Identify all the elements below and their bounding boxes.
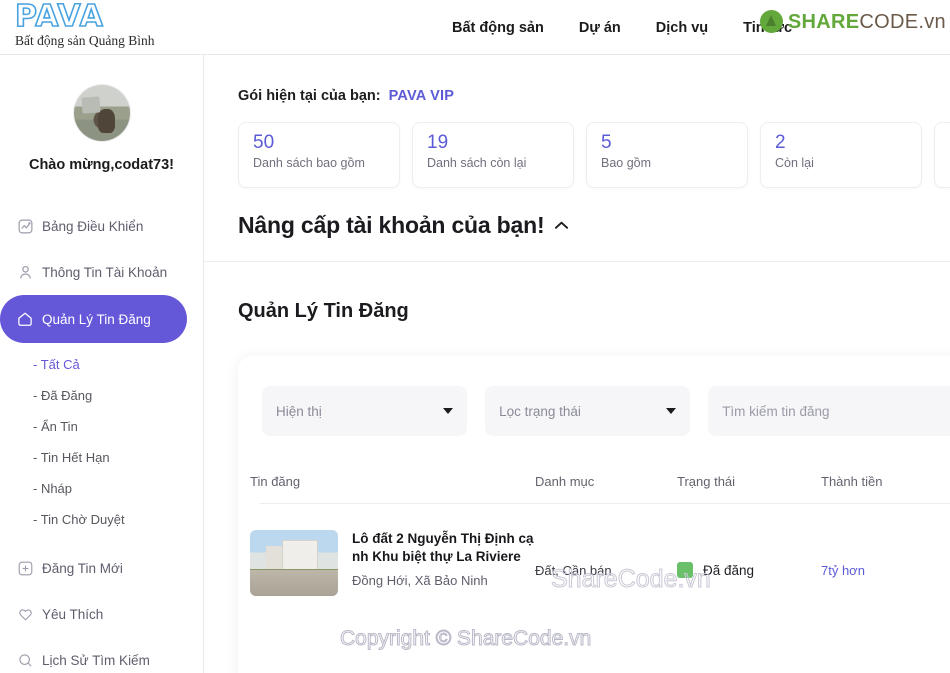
main-nav: Bất động sản Dự án Dịch vụ Tin tức xyxy=(452,0,792,55)
sidebar-item-label: Đăng Tin Mới xyxy=(42,560,123,576)
heart-icon xyxy=(8,606,42,623)
status-filter-select[interactable]: Lọc trạng thái xyxy=(485,386,691,436)
sidebar-item-label: Quản Lý Tin Đăng xyxy=(42,311,151,327)
search-input[interactable] xyxy=(722,403,950,419)
column-header-price: Thành tiền xyxy=(821,474,883,489)
avatar[interactable] xyxy=(73,85,130,141)
listing-title[interactable]: Lô đất 2 Nguyễn Thị Định cạnh Khu biệt t… xyxy=(352,530,534,566)
sidebar-item-lich-su-tim-kiem[interactable]: Lịch Sử Tìm Kiếm xyxy=(0,637,203,673)
sidebar: Chào mừng,codat73! Bảng Điều Khiển Thông… xyxy=(0,55,204,673)
listing-cell: Lô đất 2 Nguyễn Thị Định cạnh Khu biệt t… xyxy=(250,530,535,596)
sharecode-wordmark: SHARECODE.vn xyxy=(788,12,946,32)
stat-label: Danh sách bao gồm xyxy=(253,155,365,170)
listing-location: Đồng Hới, Xã Bảo Ninh xyxy=(352,573,488,589)
listing-text: Lô đất 2 Nguyễn Thị Định cạnh Khu biệt t… xyxy=(352,530,534,596)
sidebar-item-yeu-thich[interactable]: Yêu Thích xyxy=(0,591,203,637)
column-header-post: Tin đăng xyxy=(250,474,301,489)
sidebar-submenu: - Tất Cả - Đã Đăng - Ẩn Tin - Tin Hết Hạ… xyxy=(0,349,203,535)
sidebar-lower-menu: Đăng Tin Mới Yêu Thích Lịch Sử Tìm Kiếm xyxy=(0,545,203,673)
brand-logo: PAVA xyxy=(14,0,104,34)
upgrade-title: Nâng cấp tài khoản của bạn! xyxy=(238,212,545,238)
search-icon xyxy=(8,652,42,669)
status-text: Đã đăng xyxy=(703,562,755,578)
page-title: Quản Lý Tin Đăng xyxy=(238,300,409,322)
stat-card: 2 Còn lại xyxy=(760,122,922,188)
stat-label: Bao gồm xyxy=(601,155,652,170)
current-plan-name[interactable]: PAVA VIP xyxy=(389,88,455,104)
plus-square-icon xyxy=(8,560,42,577)
status-badge xyxy=(677,562,693,578)
sharecode-share-text: SHARE xyxy=(787,10,860,33)
stat-card: 10 Hình ảnh / sách xyxy=(934,122,950,188)
thumbnail-house-left xyxy=(266,546,282,570)
listing-category: Đất, Cần bán xyxy=(535,562,612,578)
sidebar-subitem-tin-cho-duyet[interactable]: - Tin Chờ Duyệt xyxy=(0,504,203,535)
sidebar-item-bang-dieu-khien[interactable]: Bảng Điều Khiển xyxy=(0,203,203,249)
column-header-category: Danh mục xyxy=(535,474,595,489)
current-plan-line: Gói hiện tại của bạn: PAVA VIP xyxy=(238,88,950,104)
search-box[interactable] xyxy=(708,386,950,436)
upgrade-section-header[interactable]: Nâng cấp tài khoản của bạn! xyxy=(238,212,950,239)
sidebar-subitem-tat-ca[interactable]: - Tất Cả xyxy=(0,349,203,380)
sidebar-item-label: Bảng Điều Khiển xyxy=(42,218,144,234)
listings-card: Hiện thị Lọc trạng thái Tin đăng Danh mụ… xyxy=(238,356,950,673)
chevron-down-icon xyxy=(443,408,454,414)
listing-status: Đã đăng xyxy=(677,562,821,578)
sidebar-item-dang-tin-moi[interactable]: Đăng Tin Mới xyxy=(0,545,203,591)
stat-card: 5 Bao gồm xyxy=(586,122,748,188)
sidebar-subitem-tin-het-han[interactable]: - Tin Hết Hạn xyxy=(0,442,203,473)
column-header-status: Trạng thái xyxy=(677,474,736,489)
sidebar-item-thong-tin-tai-khoan[interactable]: Thông Tin Tài Khoản xyxy=(0,249,203,295)
sidebar-subitem-nhap[interactable]: - Nháp xyxy=(0,473,203,504)
stat-value: 5 xyxy=(601,132,612,153)
listing-price[interactable]: 7tỷ hơn xyxy=(821,563,950,578)
page-root: PAVA Bất động sản Quảng Bình Bất động sả… xyxy=(0,0,950,673)
sidebar-item-label: Thông Tin Tài Khoản xyxy=(42,264,168,280)
nav-item-bat-dong-san[interactable]: Bất động sản xyxy=(452,20,544,36)
stat-label: Còn lại xyxy=(775,155,814,170)
thumbnail-road xyxy=(250,570,338,596)
brand-block[interactable]: PAVA Bất động sản Quảng Bình xyxy=(14,0,225,49)
stat-card: 19 Danh sách còn lại xyxy=(412,122,574,188)
nav-item-dich-vu[interactable]: Dịch vụ xyxy=(656,20,708,36)
table-header-row: Tin đăng Danh mục Trạng thái Thành tiền xyxy=(238,436,950,503)
stat-card: 50 Danh sách bao gồm xyxy=(238,122,400,188)
filter-bar: Hiện thị Lọc trạng thái xyxy=(238,386,950,436)
stat-value: 50 xyxy=(253,132,275,153)
stat-value: 2 xyxy=(775,132,786,153)
nav-item-du-an[interactable]: Dự án xyxy=(579,20,621,36)
current-plan-label: Gói hiện tại của bạn: xyxy=(238,88,381,104)
stat-value: 19 xyxy=(427,132,449,153)
brand-tagline: Bất động sản Quảng Bình xyxy=(15,33,155,48)
sidebar-item-quan-ly-tin-dang[interactable]: Quản Lý Tin Đăng xyxy=(0,295,187,343)
thumbnail-house-main xyxy=(282,540,318,570)
display-select-label: Hiện thị xyxy=(276,403,322,419)
status-filter-label: Lọc trạng thái xyxy=(499,403,581,419)
sidebar-subitem-an-tin[interactable]: - Ẩn Tin xyxy=(0,411,203,442)
avatar-wrap xyxy=(0,85,203,141)
top-header: PAVA Bất động sản Quảng Bình Bất động sả… xyxy=(0,0,950,55)
chevron-up-icon[interactable] xyxy=(554,216,569,233)
sharecode-code-text: CODE.vn xyxy=(859,10,946,33)
greeting-text: Chào mừng,codat73! xyxy=(28,157,175,173)
dashboard-icon xyxy=(8,218,42,235)
chevron-down-icon xyxy=(666,408,677,414)
sidebar-item-label: Yêu Thích xyxy=(42,606,104,622)
sharecode-watermark-logo: SHARECODE.vn xyxy=(759,10,946,33)
plan-block: Gói hiện tại của bạn: PAVA VIP 50 Danh sá… xyxy=(204,55,950,188)
stat-label: Danh sách còn lại xyxy=(427,155,527,170)
sidebar-menu: Bảng Điều Khiển Thông Tin Tài Khoản Quản… xyxy=(0,203,203,673)
plan-stats: 50 Danh sách bao gồm 19 Danh sách còn lạ… xyxy=(238,122,950,188)
sharecode-recycle-icon xyxy=(759,10,783,33)
table-row[interactable]: Lô đất 2 Nguyễn Thị Định cạnh Khu biệt t… xyxy=(238,504,950,596)
display-select[interactable]: Hiện thị xyxy=(262,386,468,436)
main-content: Gói hiện tại của bạn: PAVA VIP 50 Danh sá… xyxy=(204,55,950,673)
sidebar-item-label: Lịch Sử Tìm Kiếm xyxy=(42,652,150,668)
home-icon xyxy=(8,310,42,328)
listing-thumbnail[interactable] xyxy=(250,530,338,596)
sidebar-subitem-da-dang[interactable]: - Đã Đăng xyxy=(0,380,203,411)
user-icon xyxy=(8,264,42,281)
